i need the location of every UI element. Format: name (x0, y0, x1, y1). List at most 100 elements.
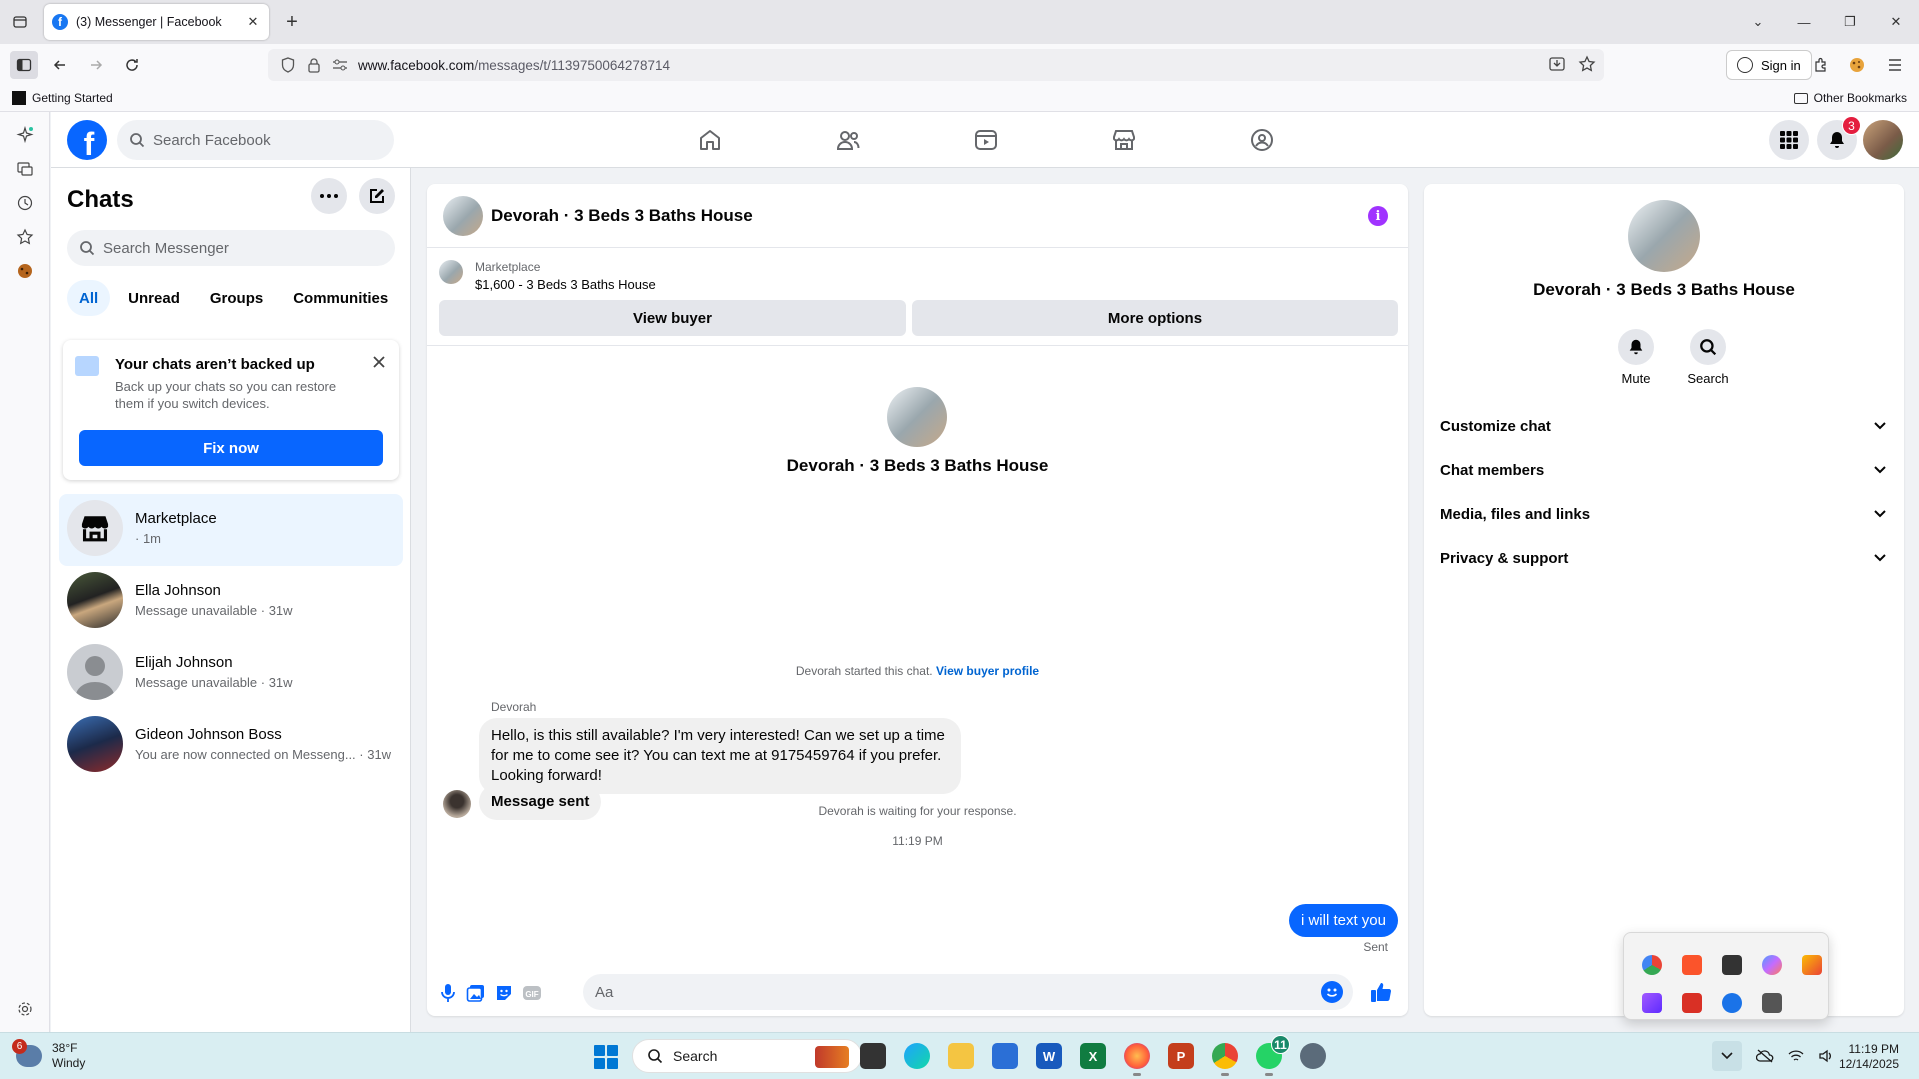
thumbs-up-icon[interactable] (1369, 980, 1393, 1004)
extensions-icon[interactable] (1807, 51, 1835, 79)
profile-avatar[interactable] (1863, 120, 1903, 160)
filter-communities[interactable]: Communities (281, 280, 400, 316)
notifications-button[interactable]: 3 (1817, 116, 1861, 160)
wifi-icon[interactable] (1788, 1049, 1804, 1063)
usb-device-icon[interactable] (1722, 955, 1742, 975)
facebook-search-input[interactable]: Search Facebook (117, 120, 394, 160)
filter-unread[interactable]: Unread (116, 280, 192, 316)
security-shield-icon[interactable] (1722, 993, 1742, 1013)
new-message-button[interactable] (359, 178, 395, 214)
minimize-window-icon[interactable]: — (1781, 0, 1827, 44)
brave-icon[interactable] (1682, 955, 1702, 975)
new-tab-icon[interactable]: + (280, 10, 304, 34)
nav-video[interactable] (931, 112, 1041, 168)
nav-friends[interactable] (793, 112, 903, 168)
details-avatar[interactable] (1628, 200, 1700, 272)
pdf-icon[interactable] (1682, 993, 1702, 1013)
whatsapp-icon[interactable]: 11 (1256, 1035, 1290, 1076)
bookmark-getting-started[interactable]: Getting Started (12, 91, 113, 105)
search-in-conversation-button[interactable]: Search (1678, 329, 1738, 386)
url-bar[interactable]: www.facebook.com/messages/t/113975006427… (268, 49, 1604, 81)
system-clock[interactable]: 11:19 PM 12/14/2025 (1839, 1042, 1899, 1072)
shield-icon[interactable] (280, 57, 296, 73)
nav-home[interactable] (655, 112, 765, 168)
extension-cookie-icon[interactable] (1843, 51, 1871, 79)
mute-button[interactable]: Mute (1606, 329, 1666, 386)
pen-icon[interactable] (1642, 993, 1662, 1013)
bookmarks-star-icon[interactable] (14, 226, 36, 248)
save-to-pocket-icon[interactable] (1548, 55, 1566, 73)
file-explorer-icon[interactable] (948, 1043, 974, 1069)
fix-now-button[interactable]: Fix now (79, 430, 383, 466)
weather-widget[interactable]: 6 38°F Windy (12, 1039, 85, 1071)
customize-chat-section[interactable]: Customize chat (1440, 404, 1888, 448)
conversation-item-marketplace[interactable]: Marketplace · 1m (59, 494, 403, 566)
sticker-icon[interactable] (493, 982, 515, 1004)
ai-chatbot-icon[interactable] (14, 124, 36, 146)
outgoing-message[interactable]: i will text you (1288, 904, 1398, 937)
message-input[interactable]: Aa (583, 974, 1353, 1010)
forward-icon[interactable] (82, 51, 110, 79)
taskview-app-icon[interactable] (860, 1043, 886, 1069)
bookmark-other-bookmarks[interactable]: Other Bookmarks (1793, 91, 1907, 105)
filter-groups[interactable]: Groups (198, 280, 275, 316)
filter-all[interactable]: All (67, 280, 111, 316)
chrome-extension-icon[interactable] (1802, 955, 1822, 975)
firefox-icon[interactable] (1124, 1043, 1150, 1076)
powerpoint-icon[interactable]: P (1168, 1043, 1194, 1069)
close-icon[interactable] (369, 352, 389, 372)
permissions-icon[interactable] (332, 57, 348, 73)
safely-remove-icon[interactable] (1762, 993, 1782, 1013)
synced-tabs-icon[interactable] (14, 158, 36, 180)
copilot-icon[interactable] (1762, 955, 1782, 975)
view-buyer-profile-link[interactable]: View buyer profile (936, 664, 1039, 678)
chrome-icon[interactable] (1212, 1043, 1238, 1076)
more-options-button[interactable]: More options (912, 300, 1398, 336)
chat-members-section[interactable]: Chat members (1440, 448, 1888, 492)
tab-close-icon[interactable]: ✕ (245, 14, 261, 30)
browser-tab-active[interactable]: f (3) Messenger | Facebook ✕ (44, 4, 269, 40)
reload-icon[interactable] (118, 51, 146, 79)
sign-in-button[interactable]: Sign in (1726, 50, 1812, 80)
word-icon[interactable]: W (1036, 1043, 1062, 1069)
excel-icon[interactable]: X (1080, 1043, 1106, 1069)
photo-icon[interactable] (465, 982, 487, 1004)
gif-icon[interactable]: GIF (521, 982, 543, 1004)
microsoft-store-icon[interactable] (992, 1043, 1018, 1069)
chats-options-button[interactable] (311, 178, 347, 214)
conversation-avatar[interactable] (443, 196, 483, 236)
taskbar-search-input[interactable]: Search (632, 1039, 862, 1073)
nav-marketplace[interactable] (1069, 112, 1179, 168)
history-icon[interactable] (14, 192, 36, 214)
settings-app-icon[interactable] (1300, 1043, 1326, 1069)
nav-groups[interactable] (1207, 112, 1317, 168)
edge-icon[interactable] (904, 1043, 930, 1069)
menu-grid-button[interactable] (1769, 120, 1809, 160)
sidebar-toggle-icon[interactable] (10, 51, 38, 79)
google-drive-icon[interactable] (1642, 955, 1662, 975)
restore-window-icon[interactable]: ❐ (1827, 0, 1873, 44)
privacy-support-section[interactable]: Privacy & support (1440, 536, 1888, 580)
incoming-message[interactable]: Hello, is this still available? I'm very… (479, 718, 961, 794)
media-files-links-section[interactable]: Media, files and links (1440, 492, 1888, 536)
lock-icon[interactable] (306, 57, 322, 73)
microphone-icon[interactable] (437, 982, 459, 1004)
emoji-icon[interactable] (1321, 981, 1343, 1003)
conversation-item-elijah-johnson[interactable]: Elijah Johnson Message unavailable · 31w (59, 638, 403, 710)
back-icon[interactable] (46, 51, 74, 79)
bookmark-star-icon[interactable] (1578, 55, 1596, 73)
browser-settings-gear-icon[interactable] (14, 998, 36, 1020)
conversation-item-gideon-johnson-boss[interactable]: Gideon Johnson Boss You are now connecte… (59, 710, 403, 782)
conversation-item-ella-johnson[interactable]: Ella Johnson Message unavailable · 31w (59, 566, 403, 638)
list-all-tabs-icon[interactable]: ⌄ (1735, 0, 1781, 44)
conversation-info-icon[interactable]: i (1368, 206, 1388, 226)
close-window-icon[interactable]: ✕ (1873, 0, 1919, 44)
tab-list-icon[interactable] (8, 10, 32, 34)
cookie-extension-icon[interactable] (14, 260, 36, 282)
show-hidden-icons-chevron-icon[interactable] (1712, 1041, 1742, 1071)
view-buyer-button[interactable]: View buyer (439, 300, 906, 336)
volume-icon[interactable] (1818, 1049, 1834, 1063)
windows-start-icon[interactable] (594, 1045, 618, 1069)
cloud-offline-icon[interactable] (1756, 1049, 1774, 1063)
messenger-search-input[interactable]: Search Messenger (67, 230, 395, 266)
